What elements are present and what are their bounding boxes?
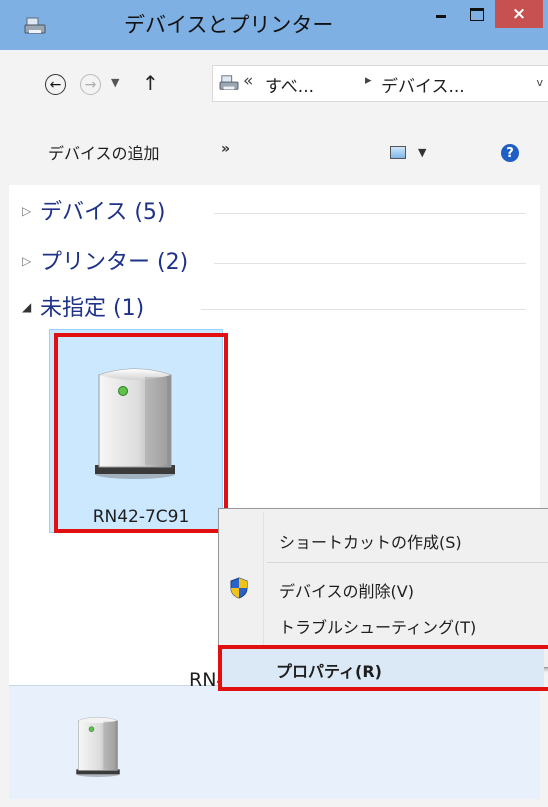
devices-printers-icon xyxy=(24,17,46,34)
more-commands-button[interactable]: » xyxy=(221,141,230,157)
expand-arrow-icon[interactable]: ▷ xyxy=(22,204,31,218)
group-title: プリンター (2) xyxy=(40,250,189,275)
group-devices[interactable]: ▷ デバイス (5) xyxy=(9,197,540,231)
add-device-button[interactable]: デバイスの追加 xyxy=(48,140,160,164)
breadcrumb-all-items[interactable]: すべ... xyxy=(265,72,314,97)
menu-item-label: デバイスの削除(V) xyxy=(279,582,414,601)
group-divider xyxy=(214,263,526,264)
address-field[interactable]: « すべ... ▸ デバイス... v xyxy=(212,65,548,102)
properties-highlight-box xyxy=(218,645,548,691)
address-dropdown-icon[interactable]: v xyxy=(536,76,543,89)
menu-item-label: トラブルシューティング(T) xyxy=(279,618,477,637)
group-divider xyxy=(201,309,526,310)
title-bar[interactable]: デバイスとプリンター × xyxy=(0,0,548,50)
generic-device-tower-icon xyxy=(76,716,120,777)
window-title: デバイスとプリンター xyxy=(124,13,334,37)
expand-arrow-icon[interactable]: ▷ xyxy=(22,254,31,268)
group-title: 未指定 (1) xyxy=(40,296,145,321)
arrow-left-icon: ← xyxy=(49,76,62,93)
view-options-icon[interactable] xyxy=(390,146,406,159)
back-button[interactable]: ← xyxy=(45,74,66,95)
details-pane: RN42-7C91 xyxy=(9,669,540,799)
recent-locations-chevron-icon[interactable]: ▼ xyxy=(111,76,119,89)
address-bar: ← → ▼ ↑ « すべ... ▸ デバイス... v xyxy=(10,62,548,106)
up-button[interactable]: ↑ xyxy=(142,71,159,95)
group-unspecified[interactable]: ◢ 未指定 (1) xyxy=(9,293,540,327)
menu-item-label: ショートカットの作成(S) xyxy=(279,533,462,552)
breadcrumb-devices[interactable]: デバイス... xyxy=(381,72,465,97)
arrow-right-icon: → xyxy=(84,76,97,93)
view-dropdown-icon[interactable]: ▼ xyxy=(418,146,426,159)
group-printers[interactable]: ▷ プリンター (2) xyxy=(9,247,540,281)
breadcrumb-overflow[interactable]: « xyxy=(243,71,253,91)
minimize-button[interactable] xyxy=(423,0,459,28)
devices-printers-icon xyxy=(219,75,239,90)
selection-highlight-box xyxy=(54,333,228,533)
uac-shield-icon xyxy=(230,577,248,599)
group-title: デバイス (5) xyxy=(40,200,166,225)
help-icon[interactable]: ? xyxy=(501,144,519,162)
devices-and-printers-window: デバイスとプリンター × ← → ▼ ↑ « すべ... ▸ デバイス... v xyxy=(0,0,548,807)
forward-button[interactable]: → xyxy=(80,74,101,95)
close-icon: × xyxy=(511,4,527,24)
context-menu: ショートカットの作成(S) デバイスの削除(V) トラブルシューティング(T) xyxy=(218,508,548,668)
menu-item-troubleshoot[interactable]: トラブルシューティング(T) xyxy=(221,607,548,641)
menu-item-create-shortcut[interactable]: ショートカットの作成(S) xyxy=(221,522,548,556)
close-button[interactable]: × xyxy=(495,0,543,28)
breadcrumb-separator-icon[interactable]: ▸ xyxy=(365,73,372,88)
menu-separator xyxy=(267,562,548,563)
command-bar: デバイスの追加 » ▼ ? xyxy=(10,130,541,176)
maximize-button[interactable] xyxy=(459,0,495,28)
collapse-arrow-icon[interactable]: ◢ xyxy=(22,300,31,314)
group-divider xyxy=(214,213,526,214)
menu-item-remove-device[interactable]: デバイスの削除(V) xyxy=(221,571,548,605)
